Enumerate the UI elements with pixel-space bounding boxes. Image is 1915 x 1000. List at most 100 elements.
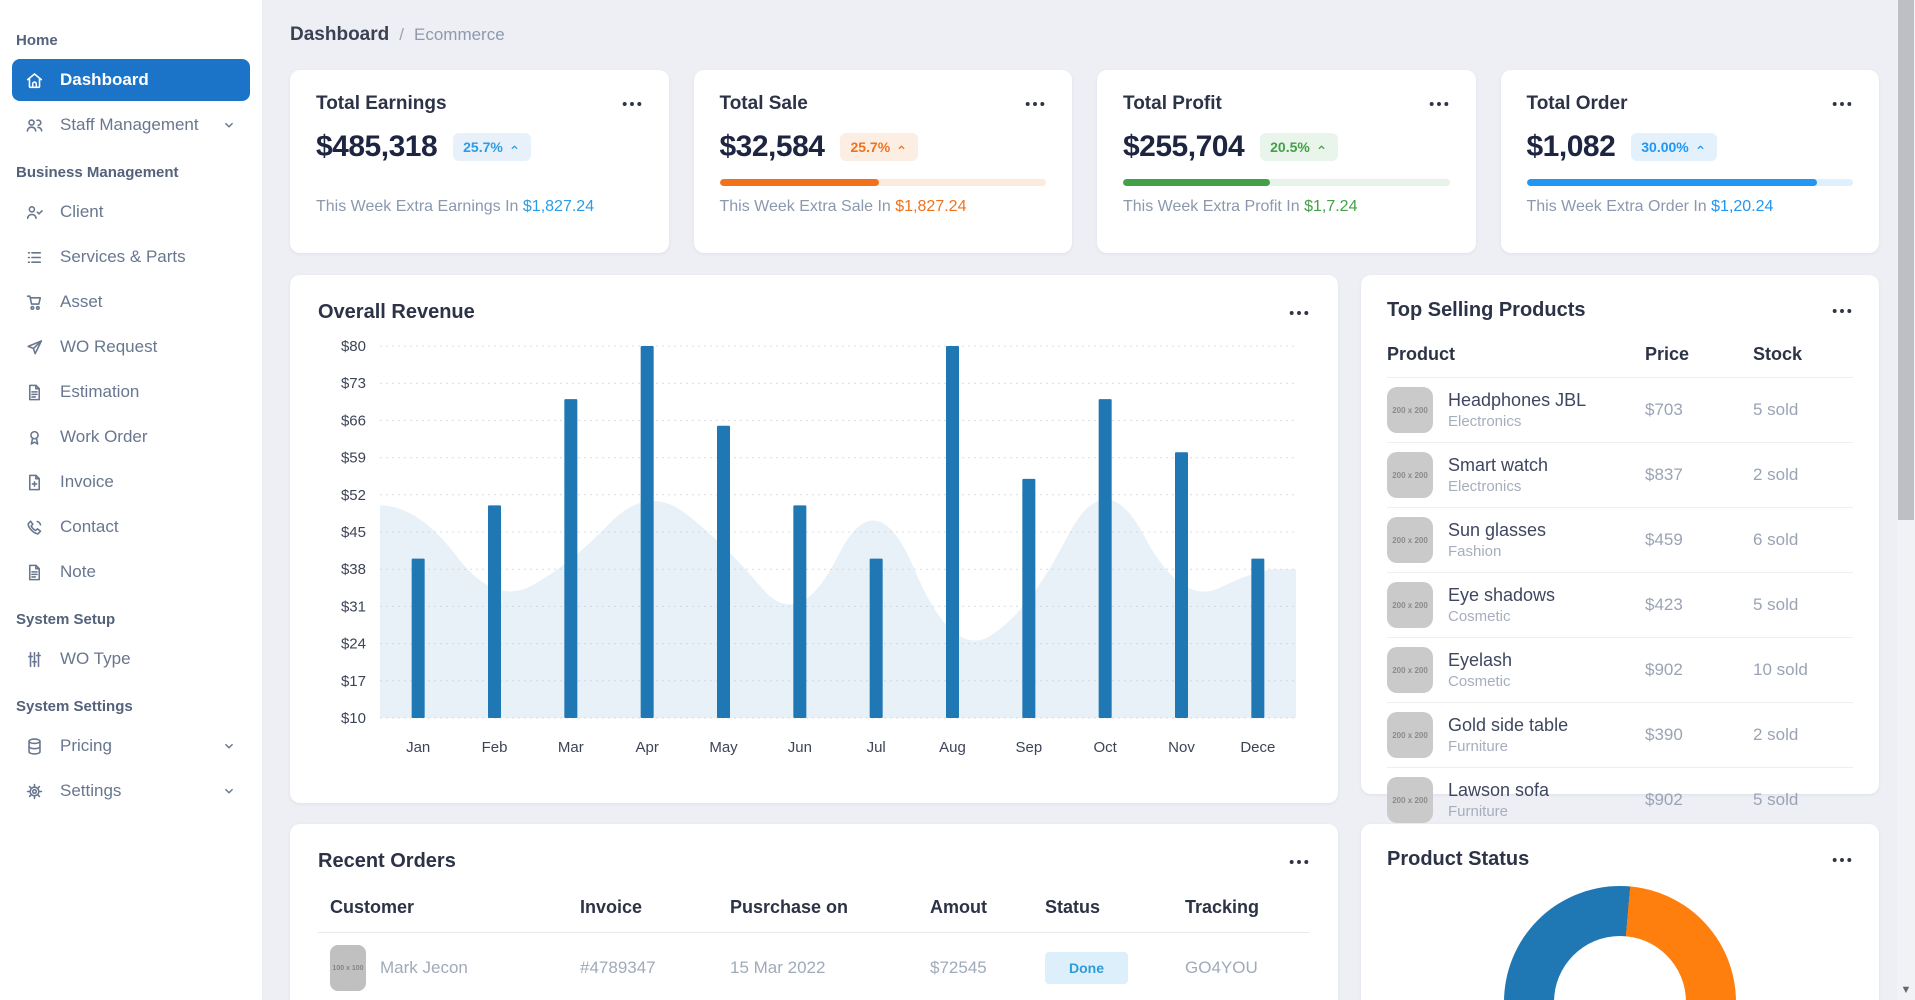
scroll-down-arrow-icon[interactable]: ▼ (1897, 982, 1915, 998)
product-status-card: Product Status (1361, 824, 1879, 1000)
thumbnail-placeholder-text: 200 x 200 (1392, 665, 1428, 675)
sidebar-item-wo-type[interactable]: WO Type (12, 638, 250, 680)
product-status-donut-chart[interactable] (1504, 886, 1736, 1000)
product-category: Electronics (1448, 413, 1522, 430)
sidebar-item-label: WO Type (60, 649, 131, 668)
sidebar-item-settings[interactable]: Settings (12, 770, 250, 812)
chevron-down-icon (225, 788, 233, 794)
svg-text:$80: $80 (341, 338, 366, 355)
product-price: $703 (1645, 400, 1683, 419)
chevron-down-icon (225, 122, 233, 128)
card-title: Total Sale (719, 93, 808, 114)
product-price: $459 (1645, 530, 1683, 549)
svg-text:Mar: Mar (558, 739, 584, 756)
svg-text:Aug: Aug (939, 739, 966, 756)
sidebar-item-asset[interactable]: Asset (12, 281, 250, 323)
thumbnail-placeholder-text: 200 x 200 (1392, 405, 1428, 415)
stat-value: $32,584 (719, 130, 825, 163)
thumbnail-placeholder-text: 200 x 200 (1392, 600, 1428, 610)
product-thumbnail: 200 x 200 (1387, 777, 1433, 823)
sidebar-item-note[interactable]: WO Type Note (12, 551, 250, 593)
panel-title: Overall Revenue (318, 301, 475, 323)
thumbnail-placeholder-text: 200 x 200 (1392, 795, 1428, 805)
thumbnail-placeholder-text: 200 x 200 (1392, 470, 1428, 480)
order-customer: Mark Jecon (380, 958, 468, 977)
sidebar-item-invoice[interactable]: Invoice (12, 461, 250, 503)
sidebar-item-wo-request[interactable]: WO Request (12, 326, 250, 368)
sidebar-item-label: Asset (60, 292, 103, 311)
sidebar-item-estimation[interactable]: Estimation (12, 371, 250, 413)
product-thumbnail: 200 x 200 (1387, 517, 1433, 563)
sidebar-item-label: Settings (60, 781, 122, 800)
customer-avatar: 100 x 100 (330, 945, 366, 991)
sidebar-item-services-parts[interactable]: Services & Parts (12, 236, 250, 278)
stat-value: $255,704 (1123, 130, 1245, 163)
stat-note: This Week Extra Profit In $1,7.24 (1123, 198, 1358, 215)
chevron-up-icon (1697, 145, 1704, 149)
product-row[interactable]: 200 x 200 Lawson sofa Furniture $902 5 so… (1387, 767, 1853, 832)
product-name: Lawson sofa (1448, 780, 1550, 800)
sidebar-item-staff-management[interactable]: Staff Management (12, 104, 250, 146)
svg-text:$52: $52 (341, 487, 366, 504)
product-name: Sun glasses (1448, 520, 1547, 540)
product-stock: 6 sold (1753, 530, 1799, 549)
document-icon (28, 384, 41, 400)
svg-text:Jan: Jan (406, 739, 430, 756)
svg-text:May: May (709, 739, 738, 756)
product-row[interactable]: 200 x 200 Smart watch Electronics $837 2 … (1387, 442, 1853, 507)
total-order-card: Total Order $1,082 30.00% This Week Extr… (1500, 70, 1879, 253)
more-options-icon[interactable] (1831, 856, 1853, 864)
scrollbar-thumb[interactable] (1898, 0, 1914, 520)
sidebar-section-business-management: Business Management (16, 164, 179, 181)
more-options-icon[interactable] (1288, 309, 1310, 317)
sidebar-item-client[interactable]: Client (12, 191, 250, 233)
svg-text:$31: $31 (341, 598, 366, 615)
more-options-icon[interactable] (1288, 858, 1310, 866)
product-row[interactable]: 200 x 200 Headphones JBL Electronics $703… (1387, 377, 1853, 442)
revenue-bar-chart[interactable]: $10 $17 $24 $31 $38 $45 $52 $59 $66 $73 $80 Jan Feb M… (318, 330, 1310, 770)
donut-hole (1554, 936, 1686, 1000)
phone-icon (27, 519, 42, 535)
product-row[interactable]: 200 x 200 Eyelash Cosmetic $902 10 sold (1387, 637, 1853, 702)
panel-title: Top Selling Products (1387, 299, 1586, 321)
breadcrumb-dashboard[interactable]: Dashboard (290, 24, 389, 46)
svg-text:$17: $17 (341, 673, 366, 690)
more-options-icon[interactable] (621, 100, 643, 108)
sliders-icon (28, 651, 41, 667)
progress-bar (1526, 179, 1853, 186)
product-stock: 5 sold (1753, 595, 1799, 614)
product-row[interactable]: 200 x 200 Sun glasses Fashion $459 6 sold (1387, 507, 1853, 572)
sidebar-item-work-order[interactable]: Work Order (12, 416, 250, 458)
product-name: Eye shadows (1448, 585, 1556, 605)
product-price: $390 (1645, 725, 1683, 744)
more-options-icon[interactable] (1428, 100, 1450, 108)
sidebar-item-dashboard[interactable]: Dashboard (12, 59, 250, 101)
sidebar-item-pricing[interactable]: Pricing (12, 725, 250, 767)
product-stock: 2 sold (1753, 725, 1799, 744)
cart-icon (26, 294, 42, 310)
home-icon (26, 72, 43, 88)
stat-note: This Week Extra Earnings In $1,827.24 (316, 198, 595, 215)
product-stock: 5 sold (1753, 790, 1799, 809)
more-options-icon[interactable] (1831, 100, 1853, 108)
people-icon (26, 118, 43, 132)
sidebar-item-label: Estimation (60, 382, 140, 401)
order-row[interactable]: 100 x 100 Mark Jecon #4789347 15 Mar 202… (318, 933, 1310, 1000)
sidebar-item-contact[interactable]: Contact (12, 506, 250, 548)
product-thumbnail: 200 x 200 (1387, 712, 1433, 758)
vertical-scrollbar[interactable]: ▼ (1897, 0, 1915, 1000)
trend-badge: 25.7% (840, 133, 919, 161)
database-icon (28, 737, 41, 755)
sidebar-section-system-setup: System Setup (16, 611, 116, 628)
product-row[interactable]: 200 x 200 Gold side table Furniture $390 … (1387, 702, 1853, 767)
product-row[interactable]: 200 x 200 Eye shadows Cosmetic $423 5 sol… (1387, 572, 1853, 637)
total-earnings-card: Total Earnings $485,318 25.7% This Week … (290, 70, 669, 253)
more-options-icon[interactable] (1024, 100, 1046, 108)
stat-value: $1,082 (1526, 130, 1616, 163)
order-tracking: GO4YOU (1185, 958, 1258, 977)
more-options-icon[interactable] (1831, 307, 1853, 315)
card-title: Total Profit (1123, 93, 1222, 114)
product-category: Furniture (1448, 738, 1509, 755)
svg-text:Jul: Jul (867, 739, 886, 756)
svg-text:$66: $66 (341, 412, 366, 429)
